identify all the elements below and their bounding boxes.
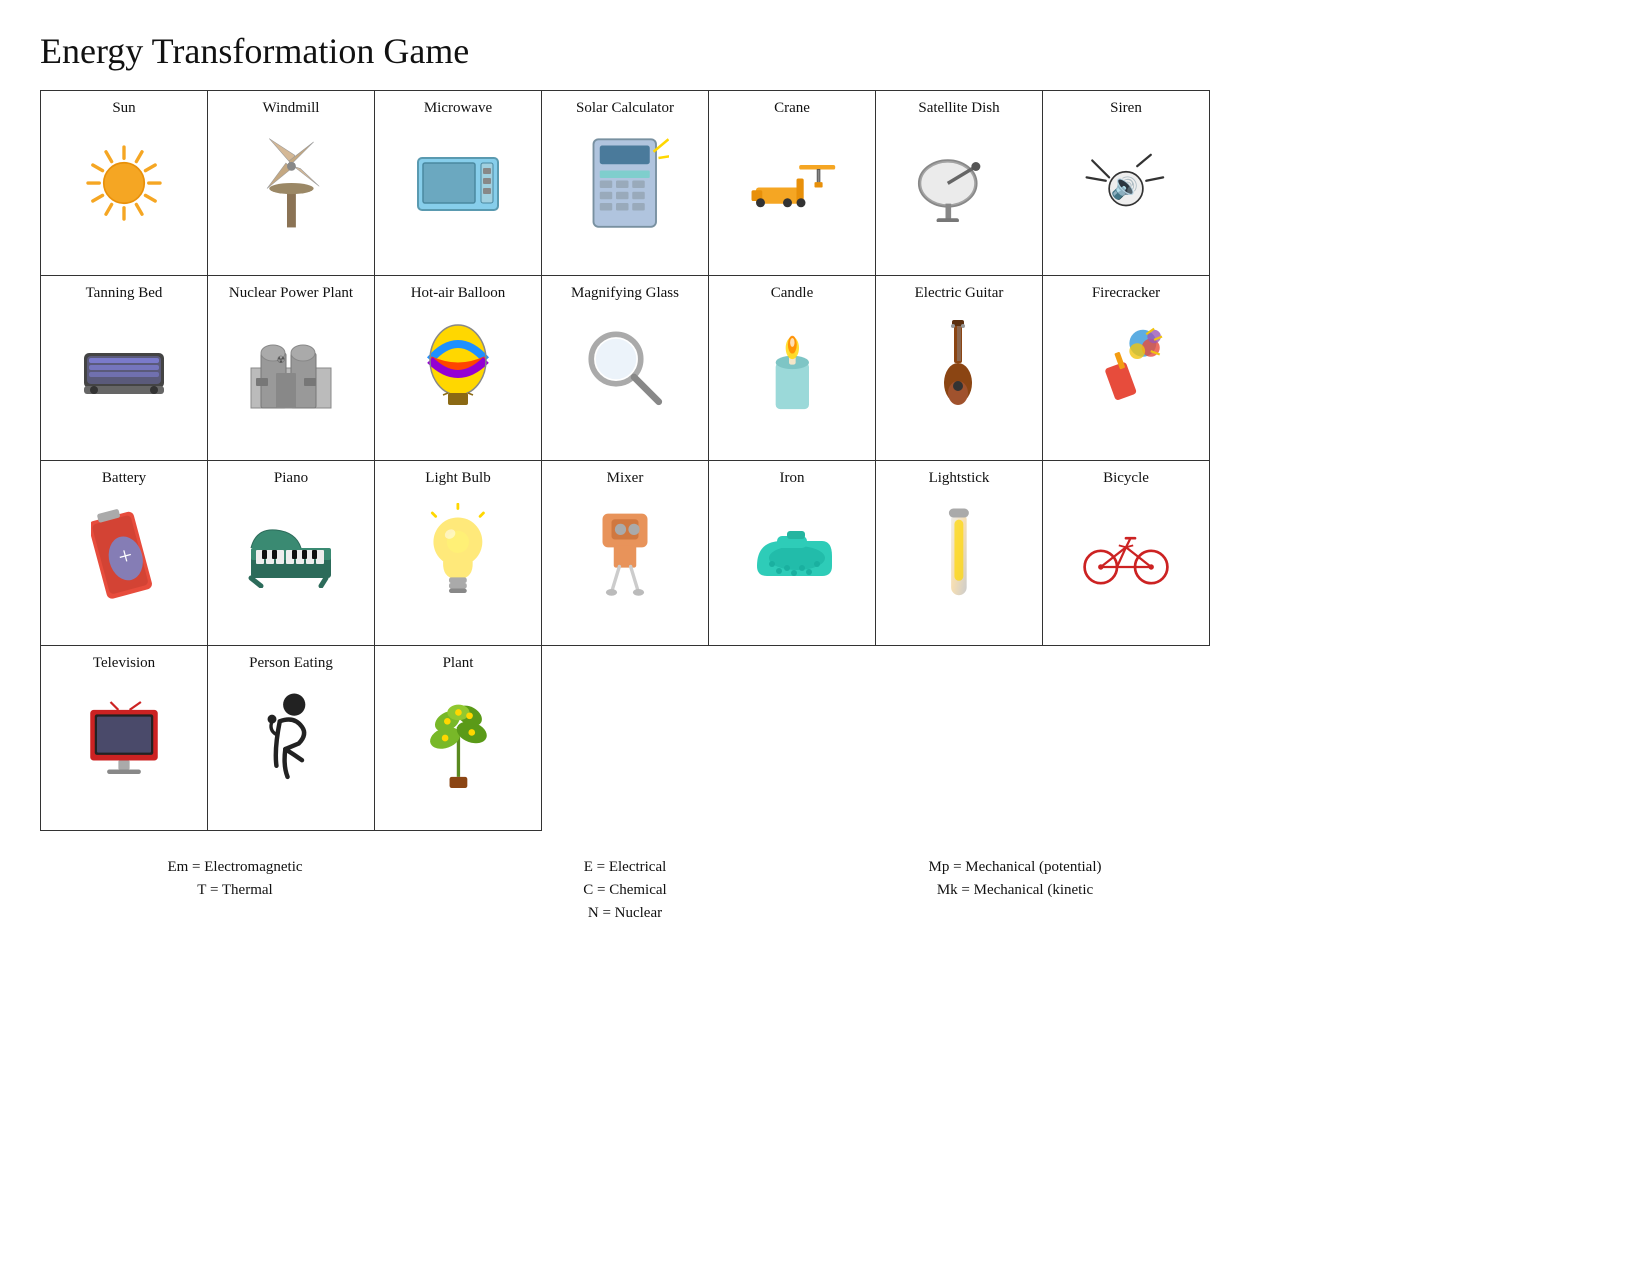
legend-n: N = Nuclear (588, 905, 662, 922)
grid-cell-r1-c5: Electric Guitar (876, 276, 1043, 461)
cell-label: Windmill (212, 99, 370, 117)
plant-icon (379, 678, 537, 798)
grid-cell-r3-c0: Television (41, 646, 208, 831)
hot-air-balloon-icon (379, 308, 537, 428)
cell-label: Iron (713, 469, 871, 487)
iron-icon (713, 493, 871, 613)
sun-icon (45, 123, 203, 243)
grid-cell-r1-c4: Candle (709, 276, 876, 461)
cell-label: Plant (379, 654, 537, 672)
legend-section: Em = Electromagnetic T = Thermal E = Ele… (40, 859, 1210, 922)
cell-label: Candle (713, 284, 871, 302)
grid-cell-r0-c4: Crane (709, 91, 876, 276)
page-title: Energy Transformation Game (40, 30, 1610, 72)
cell-label: Microwave (379, 99, 537, 117)
bicycle-icon (1047, 493, 1205, 613)
cell-label: Piano (212, 469, 370, 487)
cell-label: Nuclear Power Plant (212, 284, 370, 302)
firecracker-icon (1047, 308, 1205, 428)
grid-cell-r0-c3: Solar Calculator (542, 91, 709, 276)
grid-cell-r3-c2: Plant (375, 646, 542, 831)
grid-cell-r2-c5: Lightstick (876, 461, 1043, 646)
svg-text:☢: ☢ (277, 355, 286, 366)
legend-t: T = Thermal (197, 882, 272, 899)
battery-icon: + (45, 493, 203, 613)
legend-em: Em = Electromagnetic (167, 859, 302, 876)
grid-cell-r0-c6: Siren 🔊 🔉 (1043, 91, 1210, 276)
windmill-icon (212, 123, 370, 243)
grid-cell-r1-c3: Magnifying Glass (542, 276, 709, 461)
grid-cell-r0-c0: Sun (41, 91, 208, 276)
grid-cell-r2-c6: Bicycle (1043, 461, 1210, 646)
grid-cell-r3-c3 (542, 646, 709, 831)
grid-cell-r3-c4 (709, 646, 876, 831)
crane-icon (713, 123, 871, 243)
satellite-dish-icon (880, 123, 1038, 243)
tanning-bed-icon (45, 308, 203, 428)
piano-icon (212, 493, 370, 613)
grid-cell-r3-c1: Person Eating (208, 646, 375, 831)
cell-label: Satellite Dish (880, 99, 1038, 117)
svg-text:🔉: 🔉 (1111, 173, 1142, 201)
energy-grid: Sun Windmill Microwave Solar Calculator (40, 90, 1210, 831)
cell-label: Sun (45, 99, 203, 117)
grid-cell-r2-c2: Light Bulb (375, 461, 542, 646)
cell-label: Electric Guitar (880, 284, 1038, 302)
cell-label: Mixer (546, 469, 704, 487)
grid-cell-r1-c6: Firecracker (1043, 276, 1210, 461)
grid-cell-r2-c0: Battery + (41, 461, 208, 646)
legend-c: C = Chemical (583, 882, 666, 899)
grid-cell-r1-c0: Tanning Bed (41, 276, 208, 461)
microwave-icon (379, 123, 537, 243)
cell-label: Siren (1047, 99, 1205, 117)
grid-cell-r0-c2: Microwave (375, 91, 542, 276)
cell-label: Battery (45, 469, 203, 487)
legend-mk: Mk = Mechanical (kinetic (937, 882, 1093, 899)
cell-label: Bicycle (1047, 469, 1205, 487)
grid-cell-r2-c1: Piano (208, 461, 375, 646)
legend-mp: Mp = Mechanical (potential) (929, 859, 1102, 876)
grid-cell-r3-c6 (1043, 646, 1210, 831)
light-bulb-icon (379, 493, 537, 613)
grid-cell-r1-c2: Hot-air Balloon (375, 276, 542, 461)
cell-label: Light Bulb (379, 469, 537, 487)
grid-cell-r0-c5: Satellite Dish (876, 91, 1043, 276)
grid-cell-r1-c1: Nuclear Power Plant ☢ (208, 276, 375, 461)
legend-col-2: E = Electrical C = Chemical N = Nuclear (430, 859, 820, 922)
grid-cell-r3-c5 (876, 646, 1043, 831)
candle-icon (713, 308, 871, 428)
cell-label: Solar Calculator (546, 99, 704, 117)
grid-cell-r2-c3: Mixer (542, 461, 709, 646)
person-eating-icon (212, 678, 370, 798)
television-icon (45, 678, 203, 798)
electric-guitar-icon (880, 308, 1038, 428)
cell-label: Lightstick (880, 469, 1038, 487)
cell-label: Firecracker (1047, 284, 1205, 302)
cell-label: Tanning Bed (45, 284, 203, 302)
cell-label: Hot-air Balloon (379, 284, 537, 302)
cell-label: Television (45, 654, 203, 672)
nuclear-power-plant-icon: ☢ (212, 308, 370, 428)
legend-col-1: Em = Electromagnetic T = Thermal (40, 859, 430, 922)
magnifying-glass-icon (546, 308, 704, 428)
legend-e: E = Electrical (584, 859, 667, 876)
cell-label: Person Eating (212, 654, 370, 672)
cell-label: Crane (713, 99, 871, 117)
cell-label: Magnifying Glass (546, 284, 704, 302)
grid-cell-r2-c4: Iron (709, 461, 876, 646)
lightstick-icon (880, 493, 1038, 613)
siren-icon: 🔊 🔉 (1047, 123, 1205, 243)
grid-cell-r0-c1: Windmill (208, 91, 375, 276)
legend-col-3: Mp = Mechanical (potential) Mk = Mechani… (820, 859, 1210, 922)
solar-calculator-icon (546, 123, 704, 243)
mixer-icon (546, 493, 704, 613)
